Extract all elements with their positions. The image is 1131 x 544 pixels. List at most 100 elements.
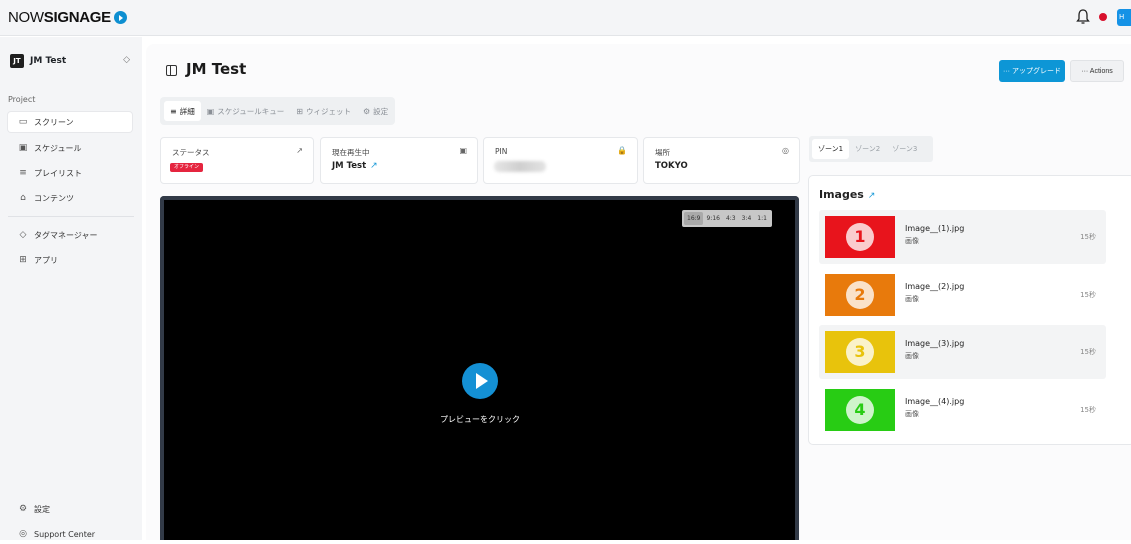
tab-zone-2[interactable]: ゾーン2 bbox=[849, 139, 886, 159]
workspace-badge: JT bbox=[10, 54, 24, 68]
sidebar-item-label: スケジュール bbox=[34, 143, 82, 153]
ratio-16-9[interactable]: 16:9 bbox=[684, 212, 704, 225]
status-badge: オフライン bbox=[170, 163, 204, 172]
monitor-icon: ▭ bbox=[18, 117, 28, 127]
logo[interactable]: NOW SIGNAGE bbox=[8, 9, 127, 26]
location-label: 場所 bbox=[655, 148, 670, 157]
sidebar-item-support[interactable]: ◎ Support Center bbox=[8, 524, 132, 544]
sidebar-toggle-icon[interactable] bbox=[166, 65, 177, 76]
detail-tabs: ≡ 詳細 ▣ スケジュールキュー ⊞ ウィジェット ⚙ 設定 bbox=[160, 97, 395, 125]
tab-label: スケジュールキュー bbox=[217, 106, 285, 116]
sidebar-item-schedule[interactable]: ▣ スケジュール bbox=[8, 138, 132, 158]
pin-card: PIN 🔒 bbox=[483, 137, 638, 184]
image-duration: 15秒 bbox=[1080, 291, 1096, 299]
logo-play-icon bbox=[113, 11, 127, 24]
logo-text-light: NOW bbox=[8, 9, 44, 26]
sidebar-item-tag-manager[interactable]: ◇ タグマネージャー bbox=[8, 225, 132, 245]
sidebar-item-playlist[interactable]: ≡ プレイリスト bbox=[8, 163, 132, 183]
main-panel: JM Test ··· アップグレード ··· Actions ≡ 詳細 ▣ ス… bbox=[146, 44, 1131, 540]
bell-icon[interactable] bbox=[1076, 8, 1090, 26]
play-preview-button[interactable] bbox=[462, 363, 498, 399]
location-pin-icon: ◎ bbox=[782, 146, 789, 155]
tab-schedule-queue[interactable]: ▣ スケジュールキュー bbox=[201, 101, 291, 121]
aspect-ratio-selector: 16:9 9:16 4:3 3:4 1:1 bbox=[682, 210, 772, 227]
logo-text-bold: SIGNAGE bbox=[43, 9, 111, 26]
list-icon: ≡ bbox=[170, 106, 177, 116]
image-name: Image__(1).jpg bbox=[905, 224, 965, 233]
tab-details[interactable]: ≡ 詳細 bbox=[164, 101, 201, 121]
gear-icon: ⚙ bbox=[362, 106, 371, 116]
ratio-4-3[interactable]: 4:3 bbox=[723, 212, 739, 225]
image-type: 画像 bbox=[905, 295, 919, 303]
sidebar-item-label: アプリ bbox=[34, 255, 58, 265]
tab-label: ウィジェット bbox=[305, 106, 351, 116]
image-name: Image__(4).jpg bbox=[905, 397, 965, 406]
image-thumbnail: 2 bbox=[825, 274, 895, 316]
top-bar: NOW SIGNAGE H bbox=[0, 0, 1131, 36]
tag-icon: ◇ bbox=[19, 230, 27, 240]
calendar-icon: ▣ bbox=[18, 143, 28, 153]
image-thumbnail: 1 bbox=[825, 216, 895, 258]
image-type: 画像 bbox=[905, 352, 919, 360]
ratio-9-16[interactable]: 9:16 bbox=[703, 212, 722, 225]
tab-label: 設定 bbox=[373, 106, 389, 116]
lock-icon[interactable]: 🔒 bbox=[617, 146, 627, 155]
sidebar: JT JM Test ◇ Project ▭ スクリーン ▣ スケジュール ≡ … bbox=[0, 37, 142, 540]
actions-button[interactable]: ··· Actions bbox=[1070, 60, 1124, 82]
support-icon: ◎ bbox=[19, 529, 27, 539]
image-thumbnail: 4 bbox=[825, 389, 895, 431]
sidebar-item-label: タグマネージャー bbox=[34, 230, 98, 240]
ratio-3-4[interactable]: 3:4 bbox=[739, 212, 755, 225]
tab-zone-1[interactable]: ゾーン1 bbox=[812, 139, 850, 159]
number-two-icon: 2 bbox=[846, 281, 874, 309]
list-item[interactable]: 4 Image__(4).jpg 画像 15秒 bbox=[819, 383, 1106, 437]
playlist-icon: ≡ bbox=[19, 168, 27, 178]
list-item[interactable]: 1 Image__(1).jpg 画像 15秒 bbox=[819, 210, 1106, 264]
widget-icon: ⊞ bbox=[296, 106, 303, 116]
list-item[interactable]: 2 Image__(2).jpg 画像 15秒 bbox=[819, 268, 1106, 322]
gear-icon: ⚙ bbox=[18, 504, 28, 514]
status-card: ステータス ↗ オフライン bbox=[160, 137, 314, 184]
calendar-icon: ▣ bbox=[206, 106, 215, 116]
screen-preview[interactable]: 16:9 9:16 4:3 3:4 1:1 プレビューをクリック bbox=[160, 196, 799, 540]
user-avatar[interactable]: H bbox=[1117, 9, 1131, 26]
upgrade-button[interactable]: ··· アップグレード bbox=[999, 60, 1065, 82]
sidebar-item-settings[interactable]: ⚙ 設定 bbox=[8, 499, 132, 519]
number-four-icon: 4 bbox=[846, 396, 874, 424]
image-name: Image__(3).jpg bbox=[905, 339, 965, 348]
list-item[interactable]: 3 Image__(3).jpg 画像 15秒 bbox=[819, 325, 1106, 379]
trend-icon: ↗ bbox=[296, 146, 303, 155]
ratio-1-1[interactable]: 1:1 bbox=[754, 212, 770, 225]
external-link-icon[interactable]: ↗ bbox=[868, 191, 876, 201]
workspace-switcher[interactable]: JT JM Test ◇ bbox=[10, 53, 134, 69]
number-three-icon: 3 bbox=[846, 338, 874, 366]
image-duration: 15秒 bbox=[1080, 348, 1096, 356]
image-name: Image__(2).jpg bbox=[905, 282, 965, 291]
sidebar-item-label: Support Center bbox=[34, 529, 96, 539]
number-one-icon: 1 bbox=[846, 223, 874, 251]
location-value: TOKYO bbox=[655, 161, 688, 171]
apps-icon: ⊞ bbox=[19, 255, 27, 265]
calendar-icon: ▣ bbox=[459, 146, 467, 155]
tab-settings[interactable]: ⚙ 設定 bbox=[357, 101, 394, 121]
sidebar-item-apps[interactable]: ⊞ アプリ bbox=[8, 250, 132, 270]
sidebar-item-contents[interactable]: ⌂ コンテンツ bbox=[8, 188, 132, 208]
external-link-icon[interactable]: ↗ bbox=[370, 161, 378, 171]
now-playing-name: JM Test bbox=[332, 161, 367, 171]
sidebar-item-label: 設定 bbox=[34, 504, 50, 514]
project-section-label: Project bbox=[8, 95, 36, 104]
tab-zone-3[interactable]: ゾーン3 bbox=[886, 139, 923, 159]
pin-label: PIN bbox=[495, 147, 508, 156]
image-thumbnail: 3 bbox=[825, 331, 895, 373]
preview-click-label: プレビューをクリック bbox=[440, 415, 520, 424]
image-duration: 15秒 bbox=[1080, 233, 1096, 241]
sidebar-item-screens[interactable]: ▭ スクリーン bbox=[8, 112, 132, 132]
page-title: JM Test bbox=[186, 60, 247, 78]
sidebar-item-label: プレイリスト bbox=[34, 168, 82, 178]
pin-value-hidden bbox=[494, 161, 546, 172]
tab-widgets[interactable]: ⊞ ウィジェット bbox=[290, 101, 357, 121]
now-playing-card: 現在再生中 ▣ JM Test ↗ bbox=[320, 137, 478, 184]
image-type: 画像 bbox=[905, 237, 919, 245]
location-card: 場所 ◎ TOKYO bbox=[643, 137, 800, 184]
zone-tabs: ゾーン1 ゾーン2 ゾーン3 bbox=[809, 136, 933, 162]
